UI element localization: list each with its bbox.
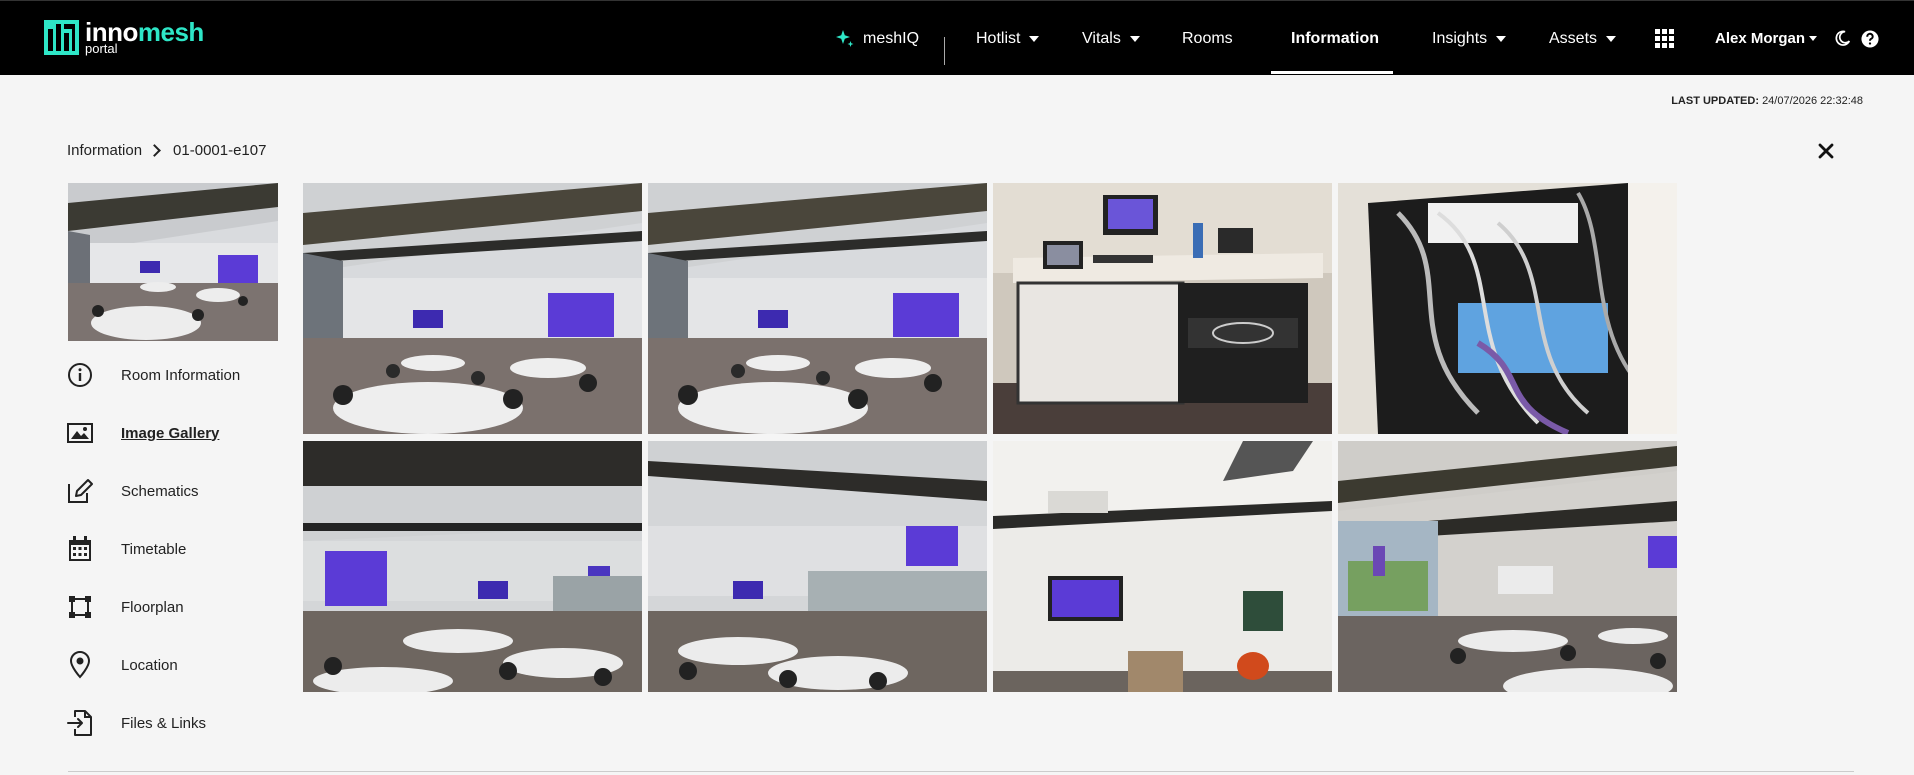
- sidebar-item-label: Schematics: [121, 482, 199, 500]
- innomesh-logo[interactable]: innomesh portal: [44, 18, 204, 58]
- nav-meshiq-label: meshIQ: [863, 29, 920, 47]
- nav-information[interactable]: Information: [1291, 1, 1379, 76]
- sidebar-item-files-links[interactable]: Files & Links: [66, 703, 306, 743]
- apps-grid-button[interactable]: [1655, 1, 1674, 76]
- nav-vitals-label: Vitals: [1082, 29, 1121, 47]
- gallery-photo[interactable]: [648, 441, 987, 692]
- nav-insights[interactable]: Insights: [1432, 1, 1507, 76]
- classroom-photo: [648, 183, 987, 434]
- nav-assets-label: Assets: [1549, 29, 1598, 47]
- sidebar-item-label: Image Gallery: [121, 424, 220, 442]
- gallery-photo[interactable]: [1338, 183, 1677, 434]
- innomesh-logo-mark: [44, 20, 79, 55]
- sidebar-item-timetable[interactable]: Timetable: [66, 529, 306, 569]
- chevron-right-icon: [148, 144, 161, 157]
- theme-toggle-button[interactable]: [1834, 1, 1851, 76]
- sidebar-item-room-information[interactable]: Room Information: [66, 355, 306, 395]
- nav-meshiq[interactable]: meshIQ: [835, 1, 919, 76]
- cabling-photo: [1338, 183, 1677, 434]
- front-wall-photo: [993, 441, 1332, 692]
- room-thumbnail: [68, 183, 278, 341]
- nav-divider: [944, 37, 945, 65]
- sidebar-item-location[interactable]: Location: [66, 645, 306, 685]
- user-menu[interactable]: Alex Morgan: [1715, 1, 1818, 76]
- user-name: Alex Morgan: [1715, 30, 1806, 47]
- caret-down-icon: [1129, 35, 1140, 42]
- nav-rooms[interactable]: Rooms: [1182, 1, 1233, 76]
- nav-information-label: Information: [1291, 29, 1379, 47]
- caret-down-icon: [1029, 35, 1040, 42]
- gallery-photo[interactable]: [303, 183, 642, 434]
- last-updated-label: LAST UPDATED:: [1671, 95, 1759, 107]
- image-icon: [66, 419, 94, 447]
- gallery-photo[interactable]: [1338, 441, 1677, 692]
- sidebar-item-label: Floorplan: [121, 598, 184, 616]
- footer-divider: [68, 771, 1854, 772]
- classroom-photo: [303, 441, 642, 692]
- sidebar-item-floorplan[interactable]: Floorplan: [66, 587, 306, 627]
- nav-hotlist[interactable]: Hotlist: [976, 1, 1040, 76]
- file-import-icon: [66, 709, 94, 737]
- nav-rooms-label: Rooms: [1182, 29, 1233, 47]
- info-icon: [66, 361, 94, 389]
- gallery-photo[interactable]: [993, 441, 1332, 692]
- close-icon[interactable]: [1816, 141, 1836, 161]
- gallery-photo[interactable]: [993, 183, 1332, 434]
- sidebar-item-label: Location: [121, 656, 178, 674]
- last-updated: LAST UPDATED: 24/07/2026 22:32:48: [1671, 95, 1863, 107]
- caret-down-icon: [1606, 35, 1617, 42]
- calendar-icon: [66, 535, 94, 563]
- sparkle-icon: [836, 29, 854, 47]
- gallery-photo[interactable]: [303, 441, 642, 692]
- help-button[interactable]: [1861, 1, 1879, 76]
- edit-icon: [66, 477, 94, 505]
- moon-icon: [1835, 30, 1851, 46]
- apps-grid-icon: [1655, 29, 1674, 48]
- brand-subtitle: portal: [85, 41, 118, 56]
- sidebar-item-label: Files & Links: [121, 714, 207, 732]
- nav-vitals[interactable]: Vitals: [1082, 1, 1140, 76]
- floorplan-icon: [66, 593, 94, 621]
- projection-screen-photo: [1338, 441, 1677, 692]
- nav-assets[interactable]: Assets: [1549, 1, 1617, 76]
- caret-down-icon: [1496, 35, 1507, 42]
- gallery-photo[interactable]: [648, 183, 987, 434]
- sidebar-item-label: Room Information: [121, 366, 241, 384]
- help-icon: [1861, 29, 1879, 48]
- location-pin-icon: [66, 651, 94, 679]
- room-thumbnail-image: [68, 183, 278, 341]
- nav-insights-label: Insights: [1432, 29, 1488, 47]
- classroom-photo: [648, 441, 987, 692]
- lectern-photo: [993, 183, 1332, 434]
- breadcrumb: Information 01-0001-e107: [67, 142, 266, 159]
- top-navbar: innomesh portal meshIQ Hotlist Vitals Ro…: [0, 0, 1914, 75]
- brand-name-part2: mesh: [137, 17, 204, 47]
- nav-hotlist-label: Hotlist: [976, 29, 1021, 47]
- breadcrumb-root[interactable]: Information: [67, 142, 142, 159]
- classroom-photo: [303, 183, 642, 434]
- sidebar-item-schematics[interactable]: Schematics: [66, 471, 306, 511]
- active-tab-indicator: [1271, 71, 1393, 74]
- image-gallery-grid: [303, 183, 1678, 692]
- breadcrumb-current: 01-0001-e107: [173, 142, 267, 159]
- last-updated-value: 24/07/2026 22:32:48: [1762, 95, 1863, 107]
- sidebar-item-label: Timetable: [121, 540, 187, 558]
- sidebar-item-image-gallery[interactable]: Image Gallery: [66, 413, 306, 453]
- caret-down-icon: [1809, 36, 1818, 41]
